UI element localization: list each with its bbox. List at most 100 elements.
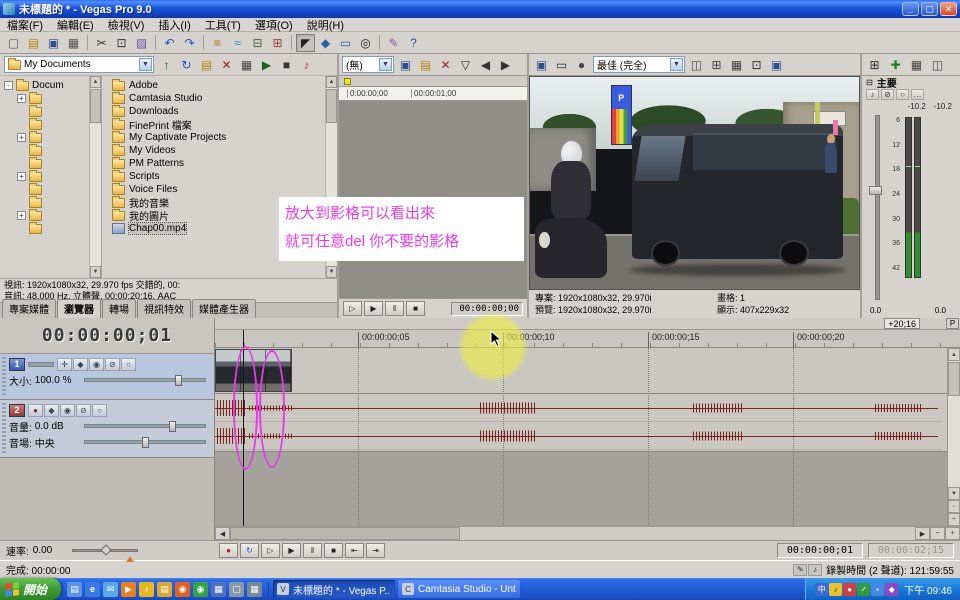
slider-thumb[interactable]	[169, 421, 176, 432]
network-icon[interactable]: ▪	[871, 583, 884, 596]
go-to-start-button[interactable]: ⇤	[345, 543, 364, 558]
tree-folder-item[interactable]	[4, 157, 89, 170]
collapse-icon[interactable]: ⊟	[866, 78, 873, 87]
stop-button[interactable]: ■	[324, 543, 343, 558]
stop-button[interactable]: ■	[406, 301, 425, 316]
cursor-position-display[interactable]: 00:00:00;01	[0, 318, 214, 354]
show-desktop-icon[interactable]: ▤	[67, 582, 82, 597]
address-dropdown[interactable]: My Documents ▼	[4, 56, 154, 73]
messenger-icon[interactable]: ◉	[193, 582, 208, 597]
auto-ripple-icon[interactable]: ≈	[228, 34, 247, 52]
play-button[interactable]: ▶	[364, 301, 383, 316]
track-list-empty-area[interactable]	[0, 458, 214, 540]
dock-tab[interactable]: 媒體產生器	[192, 299, 256, 318]
open-in-trimmer-icon[interactable]: ▤	[416, 56, 435, 74]
menu-item[interactable]: 檢視(V)	[101, 17, 152, 33]
minimize-button[interactable]: _	[902, 2, 919, 16]
timeline-horizontal-scrollbar[interactable]: ◀ ▶ − +	[215, 526, 960, 540]
copy-icon[interactable]: ⊡	[112, 34, 131, 52]
folder-item[interactable]: Scripts	[112, 170, 325, 183]
trimmer-marker-bar[interactable]	[339, 76, 527, 87]
go-to-end-button[interactable]: ⇥	[366, 543, 385, 558]
remove-current-media-icon[interactable]: ✕	[436, 56, 455, 74]
scheduler-icon[interactable]: ◆	[885, 583, 898, 596]
volume-icon[interactable]: ♪	[829, 583, 842, 596]
cut-icon[interactable]: ✂	[92, 34, 111, 52]
automation-settings-icon[interactable]: ◉	[60, 404, 75, 417]
trimmer-history-dropdown[interactable]: (無) ▼	[342, 56, 394, 73]
scroll-thumb[interactable]	[90, 89, 101, 123]
bus-mute-icon[interactable]: ⊘	[881, 89, 894, 100]
project-properties-icon[interactable]: ▦	[64, 34, 83, 52]
external-monitor-icon[interactable]: ▭	[552, 56, 571, 74]
enable-snapping-icon[interactable]: ≡	[208, 34, 227, 52]
selection-start-timecode[interactable]: 00:00:00;01	[777, 543, 863, 558]
redo-icon[interactable]: ↷	[180, 34, 199, 52]
mute-icon[interactable]: ⊘	[76, 404, 91, 417]
composite-level-slider[interactable]	[28, 362, 54, 367]
bus-fx-icon[interactable]: …	[911, 89, 924, 100]
tree-root-item[interactable]: -Docum	[4, 79, 89, 92]
envelope-edit-tool-icon[interactable]: ◆	[316, 34, 335, 52]
timeline-ruler[interactable]: 00:00:00;0500:00:00;1000:00:00;1500:00:0…	[215, 330, 960, 348]
split-screen-view-icon[interactable]: ◫	[687, 56, 706, 74]
new-project-icon[interactable]: ▢	[4, 34, 23, 52]
track-view-empty-area[interactable]	[215, 452, 960, 526]
preview-quality-dropdown[interactable]: 最佳 (完全) ▼	[593, 56, 685, 73]
trimmer-marker-icon[interactable]	[344, 78, 351, 85]
dock-tab[interactable]: 轉場	[102, 299, 136, 318]
ie-icon[interactable]: e	[85, 582, 100, 597]
tree-folder-item[interactable]: +	[4, 131, 89, 144]
pause-button[interactable]: ‖	[303, 543, 322, 558]
zoom-edit-tool-icon[interactable]: ◎	[356, 34, 375, 52]
track-number[interactable]: 1	[9, 358, 25, 371]
close-button[interactable]: ✕	[940, 2, 957, 16]
loop-playback-button[interactable]: ↻	[240, 543, 259, 558]
refresh-icon[interactable]: ↻	[177, 56, 196, 74]
volume-slider[interactable]	[84, 424, 206, 428]
solo-icon[interactable]: ○	[121, 358, 136, 371]
winamp-icon[interactable]: ♪	[139, 582, 154, 597]
automation-settings-icon[interactable]: ◉	[89, 358, 104, 371]
dock-tab[interactable]: 瀏覽器	[57, 299, 101, 318]
expand-icon[interactable]: +	[17, 211, 26, 220]
scroll-thumb[interactable]	[326, 89, 337, 123]
folder-icon[interactable]: ▤	[157, 582, 172, 597]
marker-bar[interactable]: +20;16 P	[215, 318, 960, 330]
audio-meter-icon[interactable]: ♪	[808, 564, 822, 576]
expand-icon[interactable]: +	[17, 172, 26, 181]
insert-bus-icon[interactable]: ⊞	[865, 56, 884, 74]
auto-preview-icon[interactable]: ♪	[297, 56, 316, 74]
restore-button[interactable]: ▢	[921, 2, 938, 16]
dropdown-arrow-icon[interactable]: ▼	[139, 58, 152, 71]
folder-item[interactable]: My Videos	[112, 144, 325, 157]
calculator-icon[interactable]: ▦	[247, 582, 262, 597]
arm-for-record-icon[interactable]: ●	[28, 404, 43, 417]
rate-slider[interactable]	[72, 549, 138, 552]
views-icon[interactable]: ▦	[237, 56, 256, 74]
video-track-row[interactable]	[215, 348, 960, 394]
folder-item[interactable]: My Captivate Projects	[112, 131, 325, 144]
bus-solo-icon[interactable]: ○	[896, 89, 909, 100]
save-snapshot-icon[interactable]: ▣	[767, 56, 786, 74]
menu-item[interactable]: 選項(O)	[248, 17, 300, 33]
tree-scrollbar[interactable]: ▲ ▼	[89, 76, 101, 278]
downmix-output-icon[interactable]: ◫	[928, 56, 947, 74]
scroll-up-icon[interactable]: ▲	[326, 76, 337, 88]
solo-icon[interactable]: ○	[92, 404, 107, 417]
taskbar-task-button[interactable]: V未標題的 * - Vegas P...	[273, 580, 395, 598]
selection-edit-tool-icon[interactable]: ▭	[336, 34, 355, 52]
pause-button[interactable]: ‖	[385, 301, 404, 316]
paste-icon[interactable]: ▨	[132, 34, 151, 52]
record-button[interactable]: ●	[219, 543, 238, 558]
play-from-start-button[interactable]: ▷	[261, 543, 280, 558]
expand-icon[interactable]: +	[17, 133, 26, 142]
scroll-thumb[interactable]	[948, 362, 960, 396]
scroll-down-icon[interactable]: ▼	[948, 487, 960, 500]
folder-item[interactable]: Camtasia Studio	[112, 92, 325, 105]
select-left-half-icon[interactable]: ◀	[476, 56, 495, 74]
tree-folder-item[interactable]: +	[4, 170, 89, 183]
play-from-start-button[interactable]: ▷	[343, 301, 362, 316]
interactive-tutorials-icon[interactable]: ✎	[384, 34, 403, 52]
timeline-vertical-scrollbar[interactable]: ▲ ▼ − +	[947, 348, 960, 526]
